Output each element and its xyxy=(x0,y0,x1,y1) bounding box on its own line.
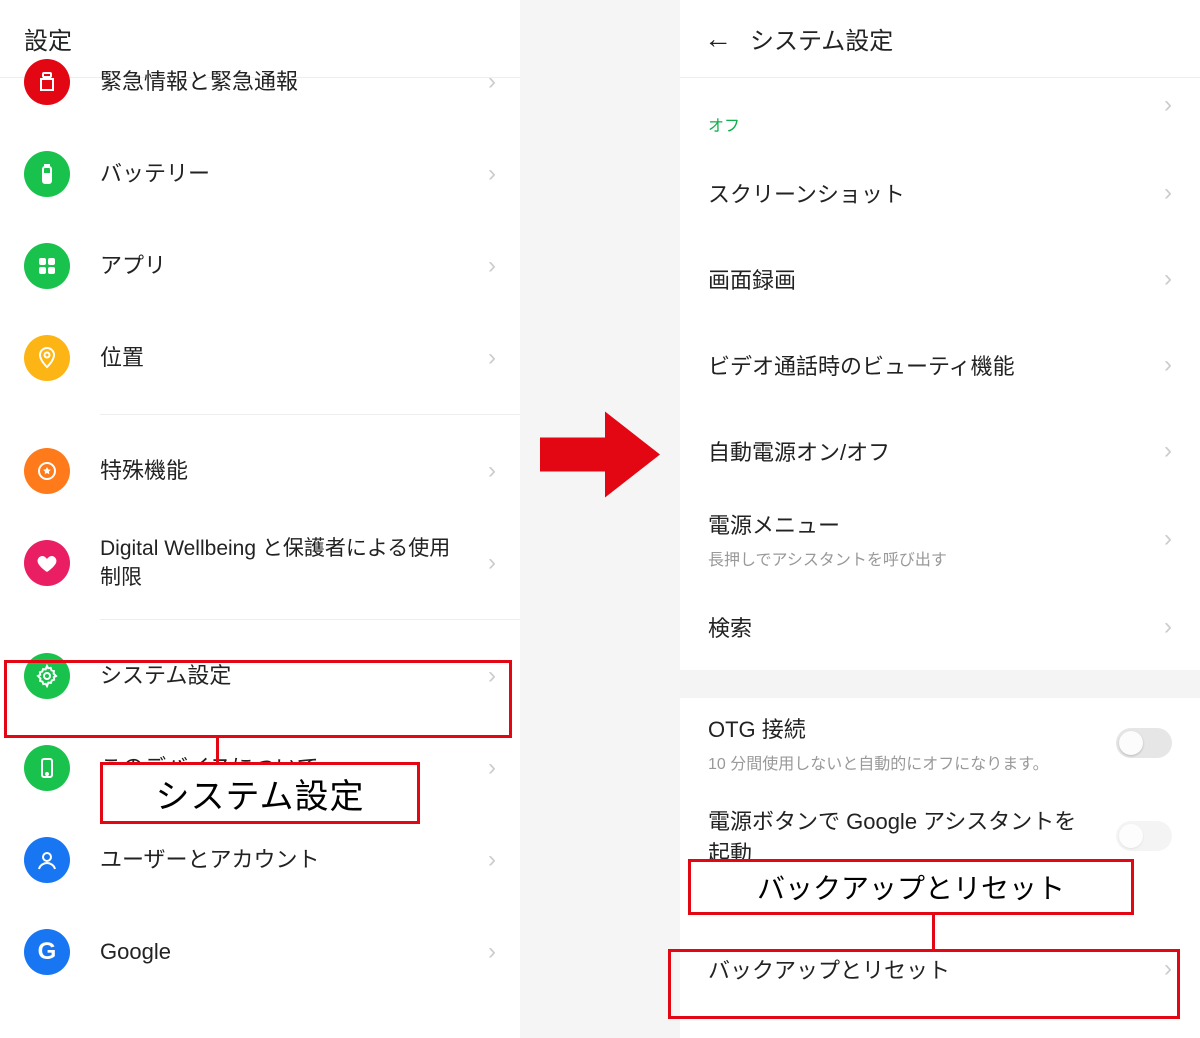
assistant-toggle[interactable] xyxy=(1116,821,1172,851)
row-users[interactable]: ユーザーとアカウント › xyxy=(0,814,520,906)
row-battery[interactable]: バッテリー › xyxy=(0,128,520,220)
divider xyxy=(100,414,520,415)
row-label: ユーザーとアカウント xyxy=(100,845,488,876)
row-video-beauty[interactable]: ビデオ通話時のビューティ機能 › xyxy=(680,322,1200,408)
row-title: スクリーンショット xyxy=(708,177,1154,209)
row-title: 検索 xyxy=(708,611,1154,643)
special-icon xyxy=(24,448,70,494)
user-icon xyxy=(24,837,70,883)
chevron-right-icon: › xyxy=(488,754,496,782)
row-assistant[interactable]: 電源ボタンで Google アシスタントを起動 xyxy=(680,788,1200,884)
chevron-right-icon: › xyxy=(1164,613,1172,641)
row-google[interactable]: G Google › xyxy=(0,906,520,998)
row-label: 緊急情報と緊急通報 xyxy=(100,67,488,98)
chevron-right-icon: › xyxy=(1164,437,1172,465)
row-power-menu[interactable]: 電源メニュー 長押しでアシスタントを呼び出す › xyxy=(680,494,1200,584)
row-label: バッテリー xyxy=(100,159,488,190)
chevron-right-icon: › xyxy=(488,457,496,485)
row-onehand[interactable]: 片手モード オフ › xyxy=(680,60,1200,150)
emergency-icon xyxy=(24,59,70,105)
divider xyxy=(100,619,520,620)
row-special[interactable]: 特殊機能 › xyxy=(0,425,520,517)
apps-icon xyxy=(24,243,70,289)
chevron-right-icon: › xyxy=(488,549,496,577)
chevron-right-icon: › xyxy=(488,662,496,690)
row-label: 位置 xyxy=(100,343,488,374)
chevron-right-icon: › xyxy=(1164,91,1172,119)
row-system-settings[interactable]: システム設定 › xyxy=(0,630,520,722)
row-title: バックアップとリセット xyxy=(708,953,1154,985)
row-title: ビデオ通話時のビューティ機能 xyxy=(708,349,1154,381)
row-label: Digital Wellbeing と保護者による使用制限 xyxy=(100,534,488,593)
google-icon: G xyxy=(24,929,70,975)
chevron-right-icon: › xyxy=(488,344,496,372)
row-subtitle: 長押しでアシスタントを呼び出す xyxy=(708,546,1154,570)
chevron-right-icon: › xyxy=(488,846,496,874)
chevron-right-icon: › xyxy=(488,68,496,96)
row-title: OTG 接続 xyxy=(708,712,1116,744)
row-auto-power[interactable]: 自動電源オン/オフ › xyxy=(680,408,1200,494)
transition-gap xyxy=(520,0,680,1038)
page-title: システム設定 xyxy=(750,21,893,56)
otg-toggle[interactable] xyxy=(1116,728,1172,758)
gear-icon xyxy=(24,653,70,699)
chevron-right-icon: › xyxy=(1164,955,1172,983)
row-subtitle: 10 分間使用しないと自動的にオフになります。 xyxy=(708,750,1116,774)
row-label: Google xyxy=(100,937,488,968)
location-icon xyxy=(24,335,70,381)
row-label: このデバイスについて xyxy=(100,753,488,784)
row-title: 自動電源オン/オフ xyxy=(708,435,1154,467)
system-settings-screen: ← システム設定 片手モード オフ › スクリーンショット › 画面録画 › ビ… xyxy=(680,0,1200,1038)
chevron-right-icon: › xyxy=(488,938,496,966)
row-backup-reset[interactable]: バックアップとリセット › xyxy=(680,926,1200,1012)
row-wellbeing[interactable]: Digital Wellbeing と保護者による使用制限 › xyxy=(0,517,520,609)
chevron-right-icon: › xyxy=(1164,179,1172,207)
row-screen-record[interactable]: 画面録画 › xyxy=(680,236,1200,322)
arrow-right-icon xyxy=(535,399,665,514)
row-title: 画面録画 xyxy=(708,263,1154,295)
row-label: システム設定 xyxy=(100,661,488,692)
phone-icon xyxy=(24,745,70,791)
row-emergency[interactable]: 緊急情報と緊急通報 › xyxy=(0,36,520,128)
row-title: 電源メニュー xyxy=(708,508,1154,540)
row-otg[interactable]: OTG 接続 10 分間使用しないと自動的にオフになります。 xyxy=(680,698,1200,788)
back-button[interactable]: ← xyxy=(704,25,732,53)
row-subtitle: オフ xyxy=(708,112,1154,136)
chevron-right-icon: › xyxy=(1164,351,1172,379)
row-title: 電源ボタンで Google アシスタントを起動 xyxy=(708,804,1088,868)
row-label: アプリ xyxy=(100,251,488,282)
chevron-right-icon: › xyxy=(488,252,496,280)
row-apps[interactable]: アプリ › xyxy=(0,220,520,312)
row-location[interactable]: 位置 › xyxy=(0,312,520,404)
chevron-right-icon: › xyxy=(1164,265,1172,293)
section-divider xyxy=(680,670,1200,698)
settings-screen: 設定 緊急情報と緊急通報 › バッテリー › アプリ xyxy=(0,0,520,1038)
row-label: 特殊機能 xyxy=(100,456,488,487)
wellbeing-icon xyxy=(24,540,70,586)
row-screenshot[interactable]: スクリーンショット › xyxy=(680,150,1200,236)
battery-icon xyxy=(24,151,70,197)
chevron-right-icon: › xyxy=(488,160,496,188)
row-search[interactable]: 検索 › xyxy=(680,584,1200,670)
row-device-about[interactable]: このデバイスについて › xyxy=(0,722,520,814)
chevron-right-icon: › xyxy=(1164,525,1172,553)
